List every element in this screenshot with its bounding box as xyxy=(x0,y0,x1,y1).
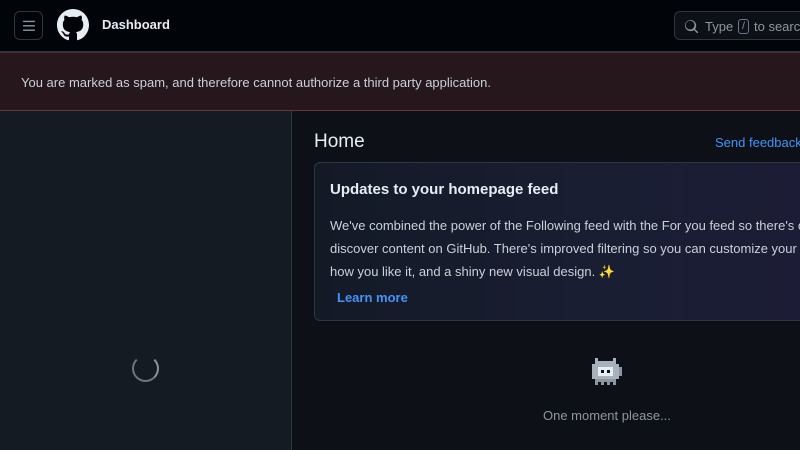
open-menu-button[interactable] xyxy=(14,11,43,40)
card-body-line: how you like it, and a shiny new visual … xyxy=(330,264,615,280)
ghost-cat-mascot-icon xyxy=(589,355,625,396)
flash-message: You are marked as spam, and therefore ca… xyxy=(21,75,491,90)
loading-message: One moment please... xyxy=(543,408,671,423)
spinner-icon xyxy=(132,355,159,382)
page-context-label[interactable]: Dashboard xyxy=(102,17,170,32)
search-input[interactable]: Type / to search xyxy=(674,11,800,40)
search-placeholder-prefix: Type xyxy=(705,19,734,34)
github-logo-icon[interactable] xyxy=(57,9,89,46)
main-content: Home Send feedback Updates to your homep… xyxy=(292,111,800,450)
app-header: Dashboard Type / to search xyxy=(0,0,800,52)
send-feedback-link[interactable]: Send feedback xyxy=(715,135,800,150)
hamburger-icon xyxy=(22,20,36,31)
card-title: Updates to your homepage feed xyxy=(330,181,559,198)
search-shortcut-key: / xyxy=(738,19,749,34)
flash-error-banner: You are marked as spam, and therefore ca… xyxy=(0,52,800,111)
learn-more-link[interactable]: Learn more xyxy=(337,290,408,305)
page-title: Home xyxy=(314,131,365,152)
card-body-line: discover content on GitHub. There's impr… xyxy=(330,241,800,256)
card-body-text: how you like it, and a shiny new visual … xyxy=(330,264,596,279)
search-icon xyxy=(684,19,699,34)
card-body-line: We've combined the power of the Followin… xyxy=(330,218,800,233)
feed-update-card: Updates to your homepage feed We've comb… xyxy=(314,162,800,321)
search-placeholder-suffix: to search xyxy=(754,19,800,34)
dashboard-sidebar xyxy=(0,111,292,450)
sparkle-icon: ✨ xyxy=(598,264,616,279)
